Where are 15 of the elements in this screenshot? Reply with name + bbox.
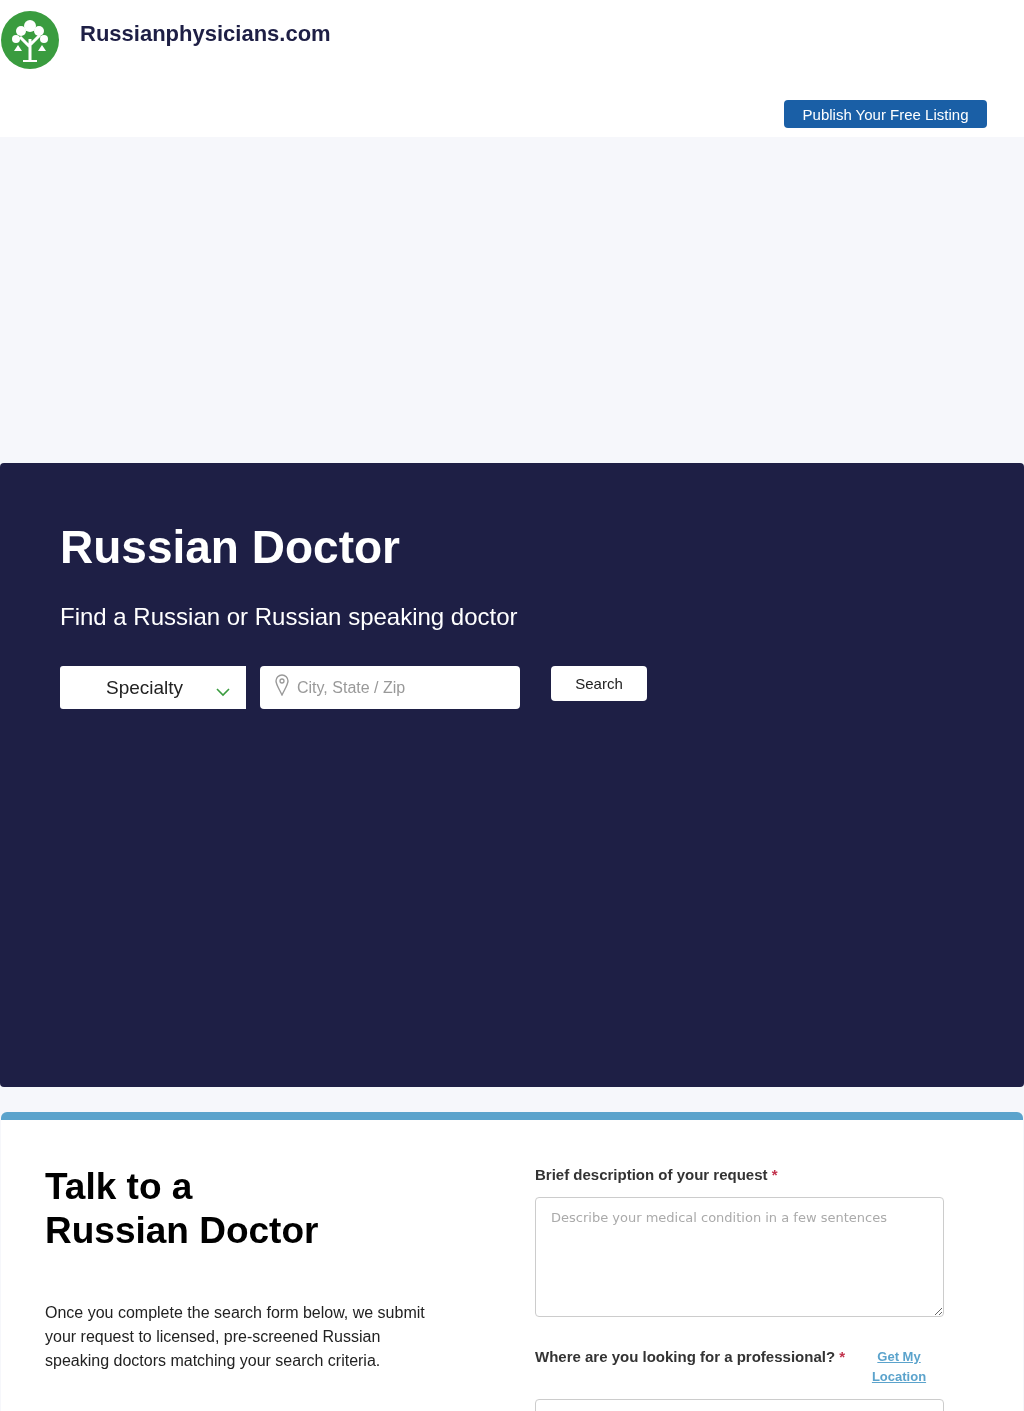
specialty-select[interactable]: Specialty	[60, 666, 246, 709]
hero-title: Russian Doctor	[60, 521, 401, 573]
chevron-down-icon	[215, 686, 231, 698]
intro-paragraph: Once you complete the search form below, we submit your request to licensed, pre-screened Russian speaking doctors matching your search criteria.	[45, 1303, 426, 1371]
required-mark: *	[771, 1166, 778, 1183]
description-field[interactable]: Describe your medical condition in a few sentences	[535, 1197, 944, 1317]
publish-button[interactable]: Publish Your Free Listing	[784, 100, 987, 128]
section-title: Talk to a Russian Doctor	[45, 1165, 320, 1253]
hero-subtitle: Find a Russian or Russian speaking doctor	[60, 603, 519, 631]
location-field[interactable]: City, State / Zip	[260, 666, 520, 709]
site-name[interactable]: Russianphysicians.com	[80, 21, 331, 47]
search-button[interactable]: Search	[551, 666, 647, 701]
required-mark: *	[839, 1348, 846, 1365]
field-label: Where are you looking for a professional?	[535, 1348, 836, 1365]
field-label: Brief description of your request	[535, 1166, 768, 1183]
